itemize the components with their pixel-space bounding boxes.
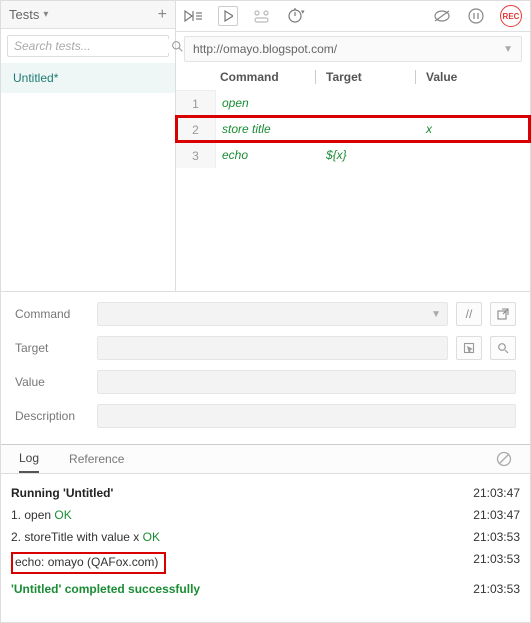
log-row: Running 'Untitled' 21:03:47 <box>11 482 520 504</box>
chevron-down-icon: ▼ <box>503 44 513 55</box>
record-button[interactable]: REC <box>500 5 522 27</box>
log-time: 21:03:47 <box>473 486 520 500</box>
svg-text:▾: ▾ <box>301 9 305 16</box>
log-row: 2. storeTitle with value x OK 21:03:53 <box>11 526 520 548</box>
tab-reference[interactable]: Reference <box>69 445 124 473</box>
cell-value: x <box>416 122 530 136</box>
log-row: 1. open OK 21:03:47 <box>11 504 520 526</box>
bottom-tabs: Log Reference <box>1 444 530 474</box>
base-url-input[interactable]: http://omayo.blogspot.com/ ▼ <box>184 36 522 62</box>
base-url-text: http://omayo.blogspot.com/ <box>193 42 337 56</box>
tests-search[interactable] <box>7 35 169 57</box>
app-root: Tests ▾ + Untitled* <box>0 0 531 623</box>
log-panel: Running 'Untitled' 21:03:47 1. open OK 21:0… <box>1 474 530 608</box>
cell-command: echo <box>216 148 316 162</box>
toggle-comment-button[interactable]: // <box>456 302 482 326</box>
pause-button[interactable] <box>466 6 486 26</box>
tests-list: Untitled* <box>1 63 175 93</box>
header-value: Value <box>416 70 530 84</box>
header-target: Target <box>316 70 416 84</box>
tab-log[interactable]: Log <box>19 445 39 473</box>
command-label: Command <box>15 307 89 321</box>
step-button[interactable] <box>252 6 272 26</box>
value-input[interactable] <box>97 370 516 394</box>
table-row[interactable]: 3echo${x} <box>176 142 530 168</box>
command-form: Command ▼ // Target Value Description <box>1 291 530 444</box>
log-time: 21:03:53 <box>473 582 520 596</box>
row-number: 3 <box>176 142 216 168</box>
add-test-button[interactable]: + <box>158 9 167 21</box>
run-all-button[interactable] <box>184 6 204 26</box>
form-row-target: Target <box>15 336 516 360</box>
cell-target: ${x} <box>316 148 416 162</box>
log-text: 'Untitled' completed successfully <box>11 582 200 596</box>
find-target-button[interactable] <box>490 336 516 360</box>
chevron-down-icon: ▾ <box>43 9 48 20</box>
toolbar-right: REC <box>432 5 522 27</box>
value-label: Value <box>15 375 89 389</box>
open-reference-button[interactable] <box>490 302 516 326</box>
log-text: 2. storeTitle with value x OK <box>11 530 160 544</box>
description-label: Description <box>15 409 89 423</box>
form-row-value: Value <box>15 370 516 394</box>
toolbar-left: ▾ <box>184 6 306 26</box>
header-command: Command <box>216 70 316 84</box>
disable-breakpoints-button[interactable] <box>432 6 452 26</box>
command-input[interactable]: ▼ <box>97 302 448 326</box>
toolbar: ▾ REC <box>176 1 530 32</box>
log-time: 21:03:53 <box>473 530 520 544</box>
tests-panel: Tests ▾ + Untitled* <box>1 1 176 291</box>
search-input[interactable] <box>14 39 171 53</box>
command-table-header: Command Target Value <box>176 66 530 90</box>
test-item[interactable]: Untitled* <box>1 63 175 93</box>
speed-button[interactable]: ▾ <box>286 6 306 26</box>
log-text: echo: omayo (QAFox.com) <box>11 552 166 574</box>
log-time: 21:03:47 <box>473 508 520 522</box>
command-table-body: 1open2store title x 3echo${x} <box>176 90 530 168</box>
target-input[interactable] <box>97 336 448 360</box>
table-row[interactable]: 2store title x <box>176 116 530 142</box>
tests-panel-title[interactable]: Tests ▾ <box>9 7 48 22</box>
row-number: 1 <box>176 90 216 116</box>
target-label: Target <box>15 341 89 355</box>
run-button[interactable] <box>218 6 238 26</box>
form-row-command: Command ▼ // <box>15 302 516 326</box>
top-area: Tests ▾ + Untitled* <box>1 1 530 291</box>
form-row-description: Description <box>15 404 516 428</box>
tests-panel-header: Tests ▾ + <box>1 1 175 29</box>
log-row: 'Untitled' completed successfully 21:03:5… <box>11 578 520 600</box>
row-number: 2 <box>176 116 216 142</box>
url-row: http://omayo.blogspot.com/ ▼ <box>176 32 530 66</box>
clear-log-button[interactable] <box>496 451 512 467</box>
select-target-button[interactable] <box>456 336 482 360</box>
log-time: 21:03:53 <box>473 552 520 574</box>
log-text: 1. open OK <box>11 508 72 522</box>
table-row[interactable]: 1open <box>176 90 530 116</box>
tests-label: Tests <box>9 7 39 22</box>
log-text: Running 'Untitled' <box>11 486 113 500</box>
description-input[interactable] <box>97 404 516 428</box>
log-row: echo: omayo (QAFox.com) 21:03:53 <box>11 548 520 578</box>
cell-command: open <box>216 96 316 110</box>
cell-command: store title <box>216 122 316 136</box>
editor-panel: ▾ REC http://omayo.blogspot.com/ ▼ <box>176 1 530 291</box>
